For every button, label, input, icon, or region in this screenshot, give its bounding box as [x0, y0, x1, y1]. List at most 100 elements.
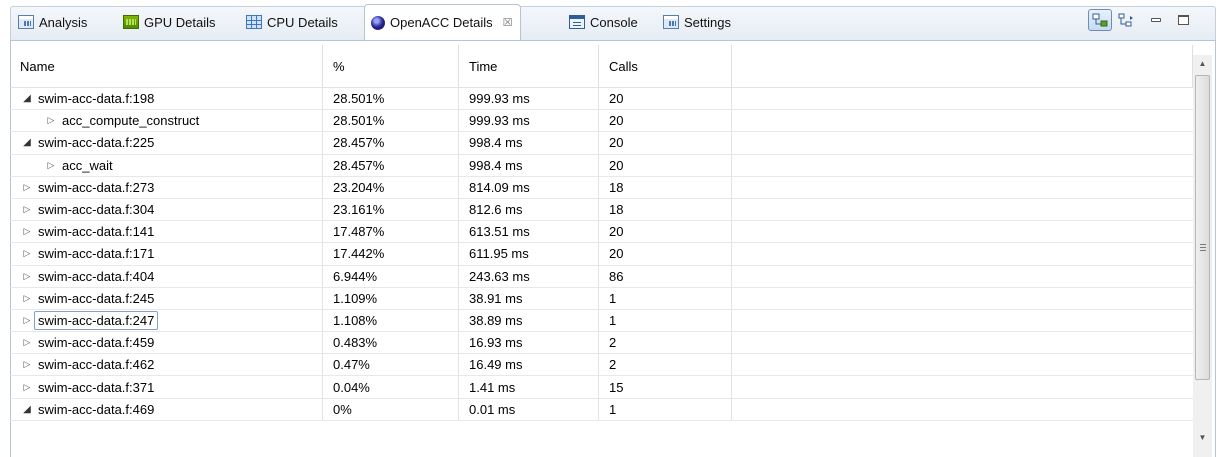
- row-name-label: swim-acc-data.f:171: [38, 246, 155, 262]
- calls-cell: 1: [599, 309, 732, 332]
- collapsed-twistie-icon[interactable]: ▷: [20, 226, 34, 237]
- table-row[interactable]: ▷ swim-acc-data.f:404 6.944% 243.63 ms 86: [10, 265, 1193, 288]
- table-row[interactable]: ▷ acc_wait 28.457% 998.4 ms 20: [10, 154, 1193, 177]
- collapsed-twistie-icon[interactable]: ▷: [20, 248, 34, 259]
- name-cell: ▷ swim-acc-data.f:247: [10, 309, 323, 332]
- table-row[interactable]: ◢ swim-acc-data.f:469 0% 0.01 ms 1: [10, 398, 1193, 421]
- table-header: Name % Time Calls: [10, 45, 1193, 88]
- name-cell: ◢ swim-acc-data.f:225: [10, 132, 323, 154]
- collapsed-twistie-icon[interactable]: ▷: [44, 160, 58, 171]
- time-cell: 38.89 ms: [459, 309, 599, 332]
- table-row[interactable]: ▷ swim-acc-data.f:245 1.109% 38.91 ms 1: [10, 287, 1193, 310]
- row-name-label: acc_wait: [62, 157, 113, 173]
- table-row[interactable]: ◢ swim-acc-data.f:225 28.457% 998.4 ms 20: [10, 132, 1193, 155]
- calls-cell: 15: [599, 376, 732, 398]
- openacc-tree-table: Name % Time Calls ◢ swim-acc-data.f:198 28…: [10, 45, 1193, 421]
- filler-cell: [732, 221, 1193, 242]
- column-header-calls[interactable]: Calls: [599, 45, 732, 87]
- filler-cell: [732, 155, 1193, 176]
- expanded-twistie-icon[interactable]: ◢: [20, 137, 34, 148]
- column-header-percent[interactable]: %: [323, 45, 459, 87]
- time-cell: 613.51 ms: [459, 221, 599, 243]
- tab-console[interactable]: Console: [569, 6, 638, 38]
- table-row[interactable]: ▷ swim-acc-data.f:247 1.108% 38.89 ms 1: [10, 309, 1193, 333]
- calls-cell: 20: [599, 132, 732, 154]
- minimize-icon: [1151, 18, 1161, 22]
- tab-label: Analysis: [39, 14, 88, 30]
- table-row[interactable]: ▷ swim-acc-data.f:273 23.204% 814.09 ms 18: [10, 176, 1193, 199]
- vertical-scrollbar[interactable]: ▲ ▼: [1193, 55, 1212, 457]
- expand-tree-button[interactable]: [1116, 9, 1138, 31]
- view-tab-bar: Analysis GPU Details CPU Details OpenACC…: [0, 0, 1220, 44]
- table-row[interactable]: ▷ swim-acc-data.f:462 0.47% 16.49 ms 2: [10, 354, 1193, 377]
- row-name-label: swim-acc-data.f:247: [34, 310, 159, 330]
- percent-cell: 1.109%: [323, 287, 459, 309]
- tab-label: GPU Details: [144, 14, 216, 30]
- calls-cell: 86: [599, 265, 732, 287]
- table-row[interactable]: ▷ acc_compute_construct 28.501% 999.93 ms 20: [10, 110, 1193, 133]
- collapsed-twistie-icon[interactable]: ▷: [20, 271, 34, 282]
- calls-cell: 20: [599, 110, 732, 132]
- show-hierarchy-button[interactable]: [1088, 9, 1112, 31]
- name-cell: ▷ swim-acc-data.f:462: [10, 354, 323, 376]
- collapsed-twistie-icon[interactable]: ▷: [44, 115, 58, 126]
- cpu-details-icon: [246, 15, 262, 29]
- filler-cell: [732, 354, 1193, 375]
- collapsed-twistie-icon[interactable]: ▷: [20, 182, 34, 193]
- time-cell: 16.93 ms: [459, 332, 599, 354]
- time-cell: 998.4 ms: [459, 132, 599, 154]
- name-cell: ▷ swim-acc-data.f:245: [10, 287, 323, 309]
- filler-cell: [732, 88, 1193, 109]
- table-row[interactable]: ▷ swim-acc-data.f:459 0.483% 16.93 ms 2: [10, 332, 1193, 355]
- maximize-button[interactable]: [1175, 9, 1191, 31]
- filler-cell: [732, 288, 1193, 309]
- collapsed-twistie-icon[interactable]: ▷: [20, 337, 34, 348]
- collapsed-twistie-icon[interactable]: ▷: [20, 359, 34, 370]
- time-cell: 1.41 ms: [459, 376, 599, 398]
- percent-cell: 17.442%: [323, 243, 459, 265]
- table-row[interactable]: ▷ swim-acc-data.f:371 0.04% 1.41 ms 15: [10, 376, 1193, 399]
- collapsed-twistie-icon[interactable]: ▷: [20, 204, 34, 215]
- tab-analysis[interactable]: Analysis: [18, 6, 87, 38]
- analysis-icon: [18, 15, 34, 29]
- table-row[interactable]: ▷ swim-acc-data.f:171 17.442% 611.95 ms 20: [10, 243, 1193, 266]
- tab-gpu-details[interactable]: GPU Details: [123, 6, 216, 38]
- collapsed-twistie-icon[interactable]: ▷: [20, 315, 34, 326]
- column-header-time[interactable]: Time: [459, 45, 599, 87]
- table-row[interactable]: ◢ swim-acc-data.f:198 28.501% 999.93 ms 20: [10, 88, 1193, 111]
- collapsed-twistie-icon[interactable]: ▷: [20, 382, 34, 393]
- percent-cell: 28.457%: [323, 154, 459, 176]
- tab-label: Console: [590, 14, 638, 30]
- row-name-label: swim-acc-data.f:141: [38, 224, 155, 240]
- collapsed-twistie-icon[interactable]: ▷: [20, 293, 34, 304]
- calls-cell: 20: [599, 88, 732, 110]
- table-row[interactable]: ▷ swim-acc-data.f:304 23.161% 812.6 ms 18: [10, 198, 1193, 222]
- row-name-label: swim-acc-data.f:469: [38, 401, 155, 417]
- settings-icon: [663, 15, 679, 29]
- row-name-label: swim-acc-data.f:462: [38, 357, 155, 373]
- percent-cell: 0.04%: [323, 376, 459, 398]
- filler-cell: [732, 332, 1193, 353]
- filler-cell: [732, 132, 1193, 153]
- name-cell: ◢ swim-acc-data.f:469: [10, 398, 323, 420]
- percent-cell: 1.108%: [323, 309, 459, 332]
- calls-cell: 20: [599, 154, 732, 176]
- minimize-button[interactable]: [1148, 9, 1164, 31]
- table-row[interactable]: ▷ swim-acc-data.f:141 17.487% 613.51 ms 20: [10, 221, 1193, 244]
- name-cell: ▷ acc_wait: [10, 154, 323, 176]
- expanded-twistie-icon[interactable]: ◢: [20, 93, 34, 104]
- expanded-twistie-icon[interactable]: ◢: [20, 404, 34, 415]
- close-tab-icon[interactable]: ☒: [503, 16, 513, 29]
- percent-cell: 28.457%: [323, 132, 459, 154]
- tab-settings[interactable]: Settings: [663, 6, 731, 38]
- filler-cell: [732, 310, 1193, 331]
- name-cell: ◢ swim-acc-data.f:198: [10, 88, 323, 110]
- scroll-up-icon[interactable]: ▲: [1193, 55, 1212, 72]
- tab-openacc-details[interactable]: OpenACC Details ☒: [364, 4, 522, 40]
- scroll-down-icon[interactable]: ▼: [1193, 429, 1212, 446]
- filler-cell: [732, 110, 1193, 131]
- tab-cpu-details[interactable]: CPU Details: [246, 6, 338, 38]
- scrollbar-thumb[interactable]: [1195, 75, 1210, 380]
- column-header-name[interactable]: Name: [10, 45, 323, 87]
- time-cell: 611.95 ms: [459, 243, 599, 265]
